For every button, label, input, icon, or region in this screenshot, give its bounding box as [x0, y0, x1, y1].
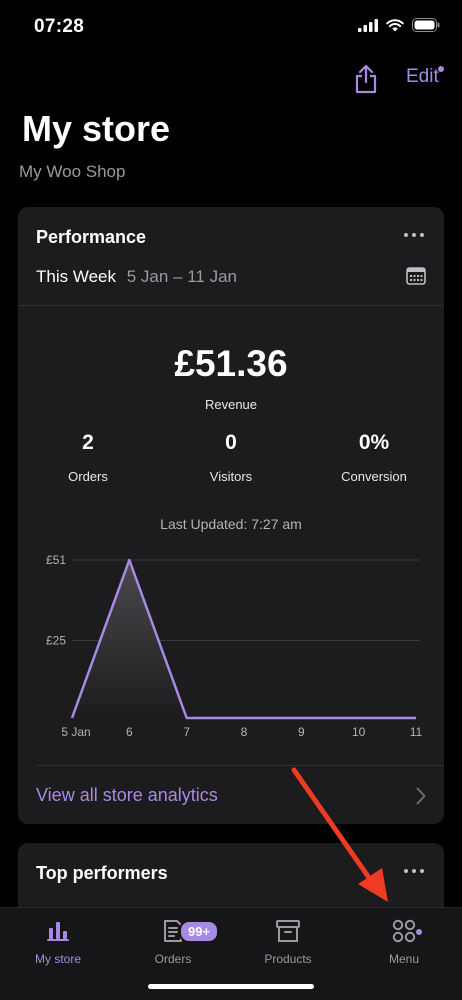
- revenue-value: £51.36: [174, 343, 288, 384]
- chart-x-tick-label: 8: [241, 725, 248, 739]
- top-performers-more-button[interactable]: [404, 865, 428, 877]
- chart-x-tick-label: 6: [126, 725, 133, 739]
- status-bar: 07:28: [0, 0, 462, 54]
- calendar-button[interactable]: [406, 267, 426, 285]
- stat-label: Orders: [68, 469, 108, 484]
- card-divider: [18, 305, 444, 306]
- chart-x-tick-label: 10: [352, 725, 366, 739]
- revenue-label: Revenue: [204, 397, 258, 412]
- stat-value: 0%: [358, 431, 390, 454]
- card-divider: [36, 765, 444, 766]
- orders-badge: 99+: [179, 920, 220, 943]
- menu-grid-icon: [392, 919, 416, 943]
- performance-more-button[interactable]: [404, 229, 428, 241]
- archive-box-icon: [276, 920, 300, 942]
- tab-orders[interactable]: Orders 99+: [115, 916, 231, 966]
- chart-x-tick-label: 11: [410, 725, 423, 739]
- ellipsis-icon: [404, 869, 408, 873]
- revenue-chart: £51 £25 5 Jan 6 7 8 9 10 11: [46, 553, 423, 739]
- stat-visitors: 0 Visitors: [161, 431, 301, 484]
- stat-value: 0: [225, 431, 237, 454]
- stat-value: 2: [82, 431, 94, 454]
- performance-title: Performance: [36, 227, 147, 247]
- page-title: My store: [22, 108, 171, 149]
- range-label: This Week: [36, 267, 116, 286]
- calendar-icon: [406, 267, 426, 285]
- edit-notification-dot: [438, 66, 444, 72]
- last-updated: Last Updated: 7:27 am: [160, 516, 302, 532]
- edit-button[interactable]: Edit: [406, 66, 439, 88]
- chart-x-tick-label: 9: [298, 725, 305, 739]
- performance-card: Performance This Week 5 Jan – 11 Jan £51…: [18, 207, 444, 824]
- stat-conversion: 0% Conversion: [304, 431, 444, 484]
- home-indicator: [148, 984, 314, 989]
- tab-products[interactable]: Products: [230, 916, 346, 966]
- bar-chart-icon: [47, 922, 69, 941]
- stat-orders: 2 Orders: [18, 431, 158, 484]
- range-dates: 5 Jan – 11 Jan: [126, 267, 238, 286]
- chart-x-tick-label: 5 Jan: [61, 725, 90, 739]
- ellipsis-icon: [404, 233, 408, 237]
- tab-label: Menu: [388, 952, 420, 966]
- wifi-icon: [386, 18, 404, 31]
- cellular-signal-icon: [358, 18, 378, 32]
- store-name: My Woo Shop: [19, 162, 126, 181]
- view-all-analytics-link[interactable]: View all store analytics: [36, 785, 218, 806]
- share-icon: [355, 64, 377, 94]
- chart-x-tick-label: 7: [183, 725, 190, 739]
- status-icons: [358, 18, 440, 32]
- tab-label: Orders: [154, 952, 192, 966]
- chart-y-tick-label: £51: [46, 553, 66, 567]
- chart-area: [72, 560, 416, 718]
- tab-my-store[interactable]: My store: [0, 916, 116, 966]
- menu-notification-dot: [416, 929, 422, 935]
- tab-label: Products: [264, 952, 312, 966]
- stat-label: Conversion: [341, 469, 407, 484]
- stat-label: Visitors: [209, 469, 253, 484]
- top-performers-title: Top performers: [36, 863, 168, 883]
- chevron-right-icon[interactable]: [416, 787, 426, 810]
- tab-menu[interactable]: Menu: [346, 916, 462, 966]
- battery-icon: [412, 18, 440, 32]
- status-time: 07:28: [34, 16, 85, 37]
- share-button[interactable]: [352, 62, 380, 96]
- tab-label: My store: [34, 952, 81, 966]
- chart-y-tick-label: £25: [46, 634, 66, 648]
- date-range: This Week 5 Jan – 11 Jan: [36, 267, 237, 287]
